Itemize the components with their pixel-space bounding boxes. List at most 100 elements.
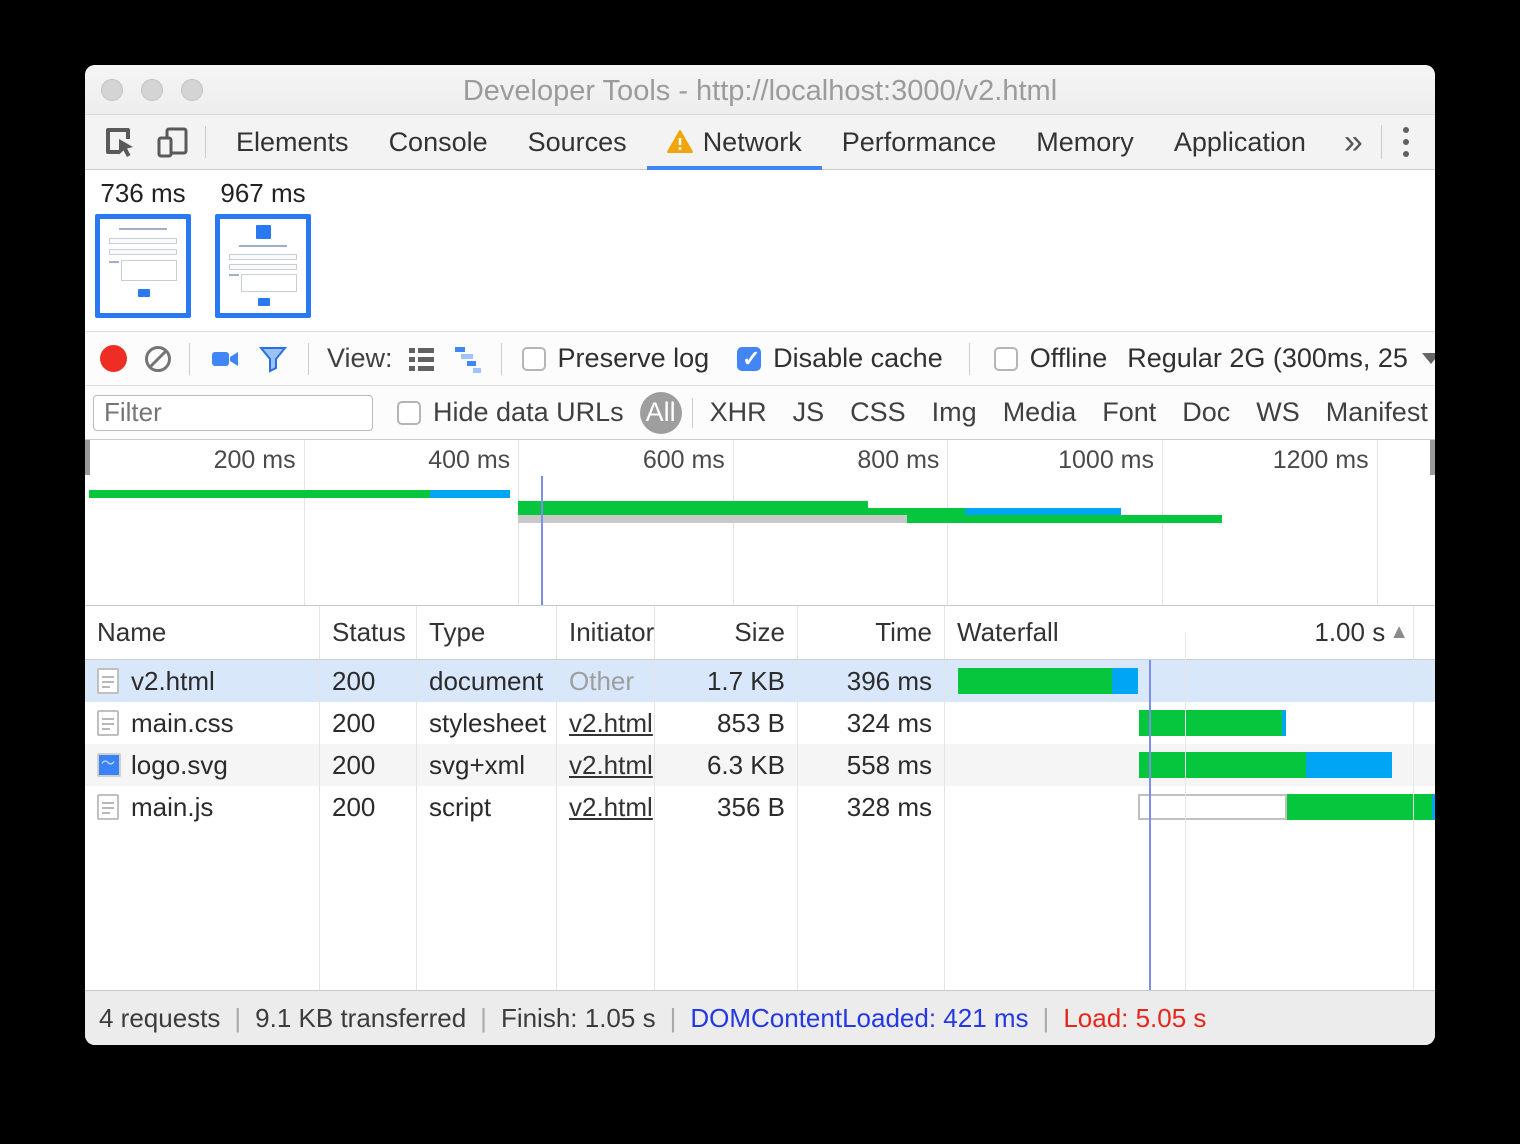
disable-cache-label[interactable]: Disable cache <box>773 343 943 374</box>
overview-request-bar <box>430 490 509 498</box>
waterfall-bar-segment <box>1139 752 1306 778</box>
overview-right-handle[interactable] <box>1430 440 1435 475</box>
request-name: v2.html <box>131 666 215 697</box>
overview-tick-label: 200 ms <box>146 446 296 475</box>
hide-data-urls-checkbox[interactable] <box>397 401 421 425</box>
table-row[interactable]: main.css200stylesheetv2.html853 B324 ms <box>85 702 1435 744</box>
filter-type-manifest[interactable]: Manifest <box>1313 397 1435 428</box>
hide-data-urls-label[interactable]: Hide data URLs <box>433 397 624 428</box>
filter-type-xhr[interactable]: XHR <box>697 397 780 428</box>
initiator-link[interactable]: v2.html <box>569 750 653 781</box>
filter-type-doc[interactable]: Doc <box>1169 397 1243 428</box>
cell-size: 6.3 KB <box>655 744 798 786</box>
column-header-waterfall[interactable]: Waterfall 1.00 s ▲ <box>945 606 1435 659</box>
clear-network-log-icon[interactable] <box>143 344 173 374</box>
overview-left-handle[interactable] <box>85 440 90 475</box>
filmstrip-frame-time: 967 ms <box>215 178 311 209</box>
overview-tick-label: 600 ms <box>575 446 725 475</box>
overview-gridline <box>1377 440 1378 605</box>
filmstrip-frame[interactable] <box>215 214 311 318</box>
table-row[interactable]: main.js200scriptv2.html356 B328 ms <box>85 786 1435 828</box>
status-separator: | <box>480 1003 487 1034</box>
filter-type-css[interactable]: CSS <box>837 397 919 428</box>
status-separator: | <box>234 1003 241 1034</box>
capture-screenshots-icon[interactable] <box>210 344 240 374</box>
document-file-icon <box>97 668 119 694</box>
filter-type-ws[interactable]: WS <box>1243 397 1313 428</box>
tab-elements[interactable]: Elements <box>216 115 369 169</box>
document-file-icon <box>97 710 119 736</box>
overview-request-bar <box>89 490 430 498</box>
waterfall-bar-segment <box>1112 668 1138 694</box>
column-header-initiator[interactable]: Initiator <box>557 606 655 659</box>
cell-type: script <box>417 786 557 828</box>
tab-label: Sources <box>528 127 627 158</box>
view-waterfall-icon[interactable] <box>453 344 483 374</box>
column-header-type[interactable]: Type <box>417 606 557 659</box>
filmstrip-frame[interactable] <box>95 214 191 318</box>
column-header-name[interactable]: Name <box>85 606 320 659</box>
waterfall-bar-segment <box>958 668 1112 694</box>
inspect-element-icon[interactable] <box>103 125 137 159</box>
offline-checkbox[interactable] <box>994 347 1018 371</box>
devtools-tab-bar: Elements Console Sources Network Performance… <box>85 115 1435 170</box>
cell-waterfall <box>945 660 1435 702</box>
offline-label[interactable]: Offline <box>1030 343 1108 374</box>
cell-status: 200 <box>320 702 417 744</box>
tab-label: Elements <box>236 127 349 158</box>
view-list-icon[interactable] <box>407 344 437 374</box>
initiator-link[interactable]: v2.html <box>569 792 653 823</box>
tab-performance[interactable]: Performance <box>822 115 1017 169</box>
document-file-icon <box>97 794 119 820</box>
table-row[interactable]: logo.svg200svg+xmlv2.html6.3 KB558 ms <box>85 744 1435 786</box>
network-overview-timeline[interactable]: 200 ms400 ms600 ms800 ms1000 ms1200 ms <box>85 440 1435 606</box>
filter-type-js[interactable]: JS <box>780 397 838 428</box>
column-header-status[interactable]: Status <box>320 606 417 659</box>
tab-sources[interactable]: Sources <box>508 115 647 169</box>
request-name: main.css <box>131 708 234 739</box>
throttling-select[interactable]: Regular 2G (300ms, 25 <box>1127 343 1408 374</box>
disable-cache-checkbox[interactable] <box>737 347 761 371</box>
filter-type-font[interactable]: Font <box>1089 397 1169 428</box>
tab-network[interactable]: Network <box>647 115 822 169</box>
preserve-log-checkbox[interactable] <box>522 347 546 371</box>
filter-type-all[interactable]: All <box>640 392 682 434</box>
waterfall-bar-segment <box>1432 794 1435 820</box>
view-label: View: <box>327 343 393 374</box>
column-header-time[interactable]: Time <box>798 606 945 659</box>
toggle-device-toolbar-icon[interactable] <box>155 125 189 159</box>
tab-memory[interactable]: Memory <box>1016 115 1154 169</box>
cell-size: 356 B <box>655 786 798 828</box>
initiator-link[interactable]: v2.html <box>569 708 653 739</box>
window-title: Developer Tools - http://localhost:3000/… <box>85 75 1435 108</box>
devtools-menu-icon[interactable] <box>1403 127 1409 157</box>
waterfall-gridline <box>1413 606 1414 990</box>
dom-content-loaded-marker <box>541 476 543 605</box>
tab-label: Application <box>1174 127 1306 158</box>
cell-type: svg+xml <box>417 744 557 786</box>
filter-funnel-icon[interactable] <box>258 344 288 374</box>
preserve-log-label[interactable]: Preserve log <box>558 343 710 374</box>
tab-label: Performance <box>842 127 997 158</box>
throttling-dropdown-arrow[interactable] <box>1422 353 1435 364</box>
overview-tick-label: 800 ms <box>789 446 939 475</box>
devtools-window: Developer Tools - http://localhost:3000/… <box>85 65 1435 1045</box>
cell-name: main.js <box>85 786 320 828</box>
tab-console[interactable]: Console <box>369 115 508 169</box>
filmstrip-frame-time: 736 ms <box>95 178 191 209</box>
more-tabs-icon[interactable]: » <box>1326 123 1381 162</box>
filter-input[interactable] <box>93 395 373 431</box>
request-name: logo.svg <box>131 750 228 781</box>
tab-application[interactable]: Application <box>1154 115 1326 169</box>
filter-type-img[interactable]: Img <box>919 397 990 428</box>
cell-name: logo.svg <box>85 744 320 786</box>
sort-ascending-icon: ▲ <box>1389 621 1409 644</box>
record-network-log-button[interactable] <box>100 345 127 372</box>
column-header-size[interactable]: Size <box>655 606 798 659</box>
filter-type-media[interactable]: Media <box>990 397 1090 428</box>
waterfall-bar-segment <box>1287 794 1432 820</box>
table-row[interactable]: v2.html200documentOther1.7 KB396 ms <box>85 660 1435 702</box>
status-bar: 4 requests | 9.1 KB transferred | Finish… <box>85 990 1435 1045</box>
cell-initiator: v2.html <box>557 702 655 744</box>
status-separator: | <box>1043 1003 1050 1034</box>
